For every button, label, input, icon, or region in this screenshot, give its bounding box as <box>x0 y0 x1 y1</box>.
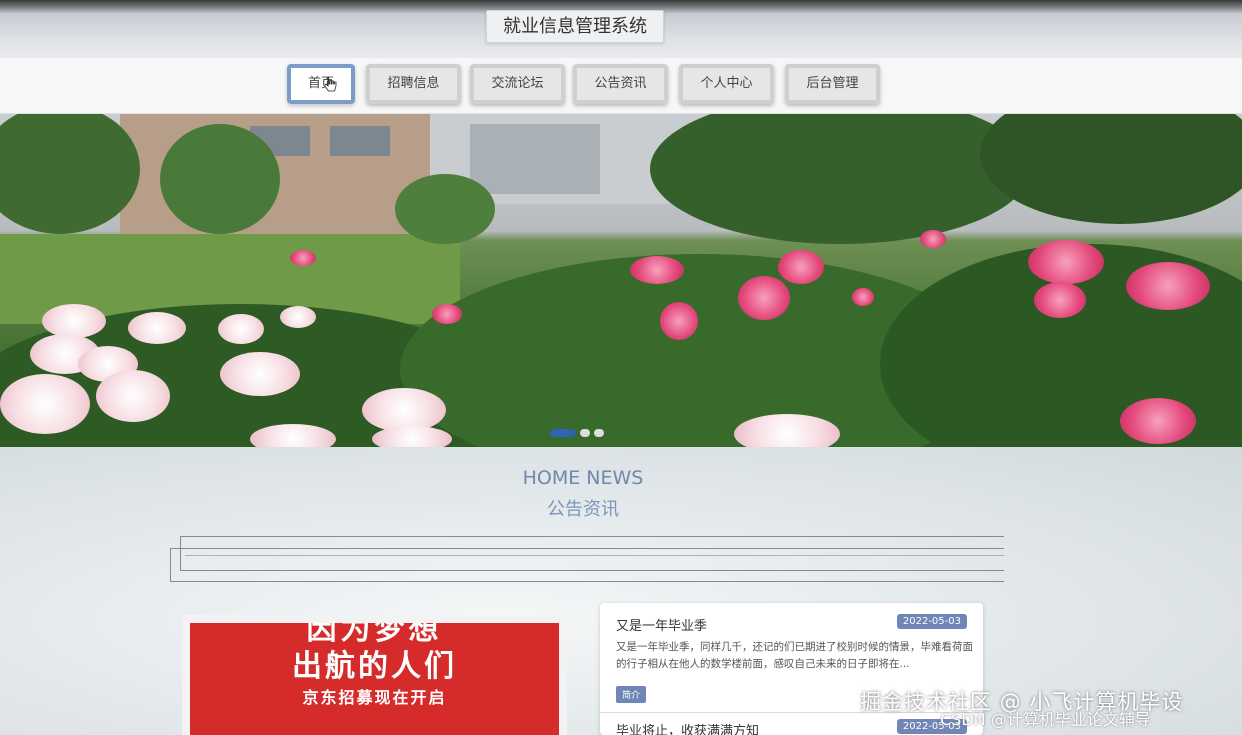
promo-line-2: 出航的人们 <box>292 649 457 684</box>
carousel-indicators <box>550 422 608 441</box>
peony-flower <box>1126 262 1210 310</box>
peony-flower <box>630 256 684 284</box>
nav-item-home[interactable]: 首页 <box>287 64 355 104</box>
peony-flower <box>778 250 824 284</box>
banner-tree <box>980 114 1242 224</box>
carousel-dot-active[interactable] <box>550 429 576 437</box>
peony-flower <box>1120 398 1196 444</box>
news-item-date: 2022-05-03 <box>896 614 967 629</box>
nav-item-jobs[interactable]: 招聘信息 <box>366 64 461 104</box>
peony-flower <box>0 374 90 434</box>
nav-item-profile[interactable]: 个人中心 <box>679 64 774 104</box>
hand-cursor-icon <box>323 76 337 92</box>
peony-flower <box>218 314 264 344</box>
promo-line-1: 因为梦想 <box>306 623 443 647</box>
news-frame <box>170 548 1004 582</box>
title-bar: 就业信息管理系统 <box>0 0 1242 58</box>
peony-flower <box>852 288 874 306</box>
banner-window <box>330 126 390 156</box>
nav-item-forum[interactable]: 交流论坛 <box>470 64 565 104</box>
watermark-csdn: CSDN @计算机毕业论文辅导 <box>940 710 1151 729</box>
nav-item-news[interactable]: 公告资讯 <box>573 64 668 104</box>
banner-window <box>470 124 600 194</box>
news-item-summary: 又是一年毕业季，同样几千，还记的们已期进了校别时候的情景，毕难看荷面的行子相从在… <box>616 641 973 670</box>
news-item-title[interactable]: 又是一年毕业季 <box>616 615 707 634</box>
banner-carousel[interactable] <box>0 114 1242 447</box>
promo-line-3: 京东招募现在开启 <box>302 688 447 707</box>
peony-flower <box>1034 282 1086 318</box>
peony-flower <box>1028 240 1104 284</box>
peony-flower <box>432 304 462 324</box>
peony-flower <box>738 276 790 320</box>
news-promo-image[interactable]: 因为梦想 出航的人们 京东招募现在开启 <box>190 623 559 735</box>
peony-flower <box>372 426 452 447</box>
news-frame-line <box>185 555 1004 556</box>
news-heading-en: HOME NEWS <box>522 467 644 489</box>
banner-tree <box>395 174 495 244</box>
news-item-title[interactable]: 毕业将止，收获满满方知 <box>616 720 759 735</box>
carousel-dot[interactable] <box>594 429 604 437</box>
carousel-dot[interactable] <box>580 429 590 437</box>
peony-flower <box>280 306 316 328</box>
peony-flower <box>220 352 300 396</box>
nav-item-label: 后台管理 <box>806 76 859 91</box>
banner-tree <box>160 124 280 234</box>
nav-item-admin[interactable]: 后台管理 <box>785 64 880 104</box>
news-item-tag[interactable]: 简介 <box>616 686 647 703</box>
peony-flower <box>920 230 946 248</box>
peony-flower <box>42 304 106 338</box>
nav-item-label: 交流论坛 <box>491 76 544 91</box>
nav-item-label: 招聘信息 <box>387 76 440 91</box>
peony-flower <box>96 370 170 422</box>
nav-bar: 首页 招聘信息 交流论坛 公告资讯 个人中心 后台管理 <box>0 58 1242 114</box>
peony-flower <box>128 312 186 344</box>
nav-item-label: 公告资讯 <box>594 76 647 91</box>
banner-tree <box>650 114 1030 244</box>
peony-flower <box>660 302 698 340</box>
news-heading-zh: 公告资讯 <box>547 499 619 520</box>
peony-flower <box>290 250 316 266</box>
peony-flower <box>734 414 840 447</box>
banner-tree <box>0 114 140 234</box>
nav-item-label: 个人中心 <box>700 76 753 91</box>
app-title: 就业信息管理系统 <box>486 10 664 43</box>
peony-flower <box>250 424 336 447</box>
